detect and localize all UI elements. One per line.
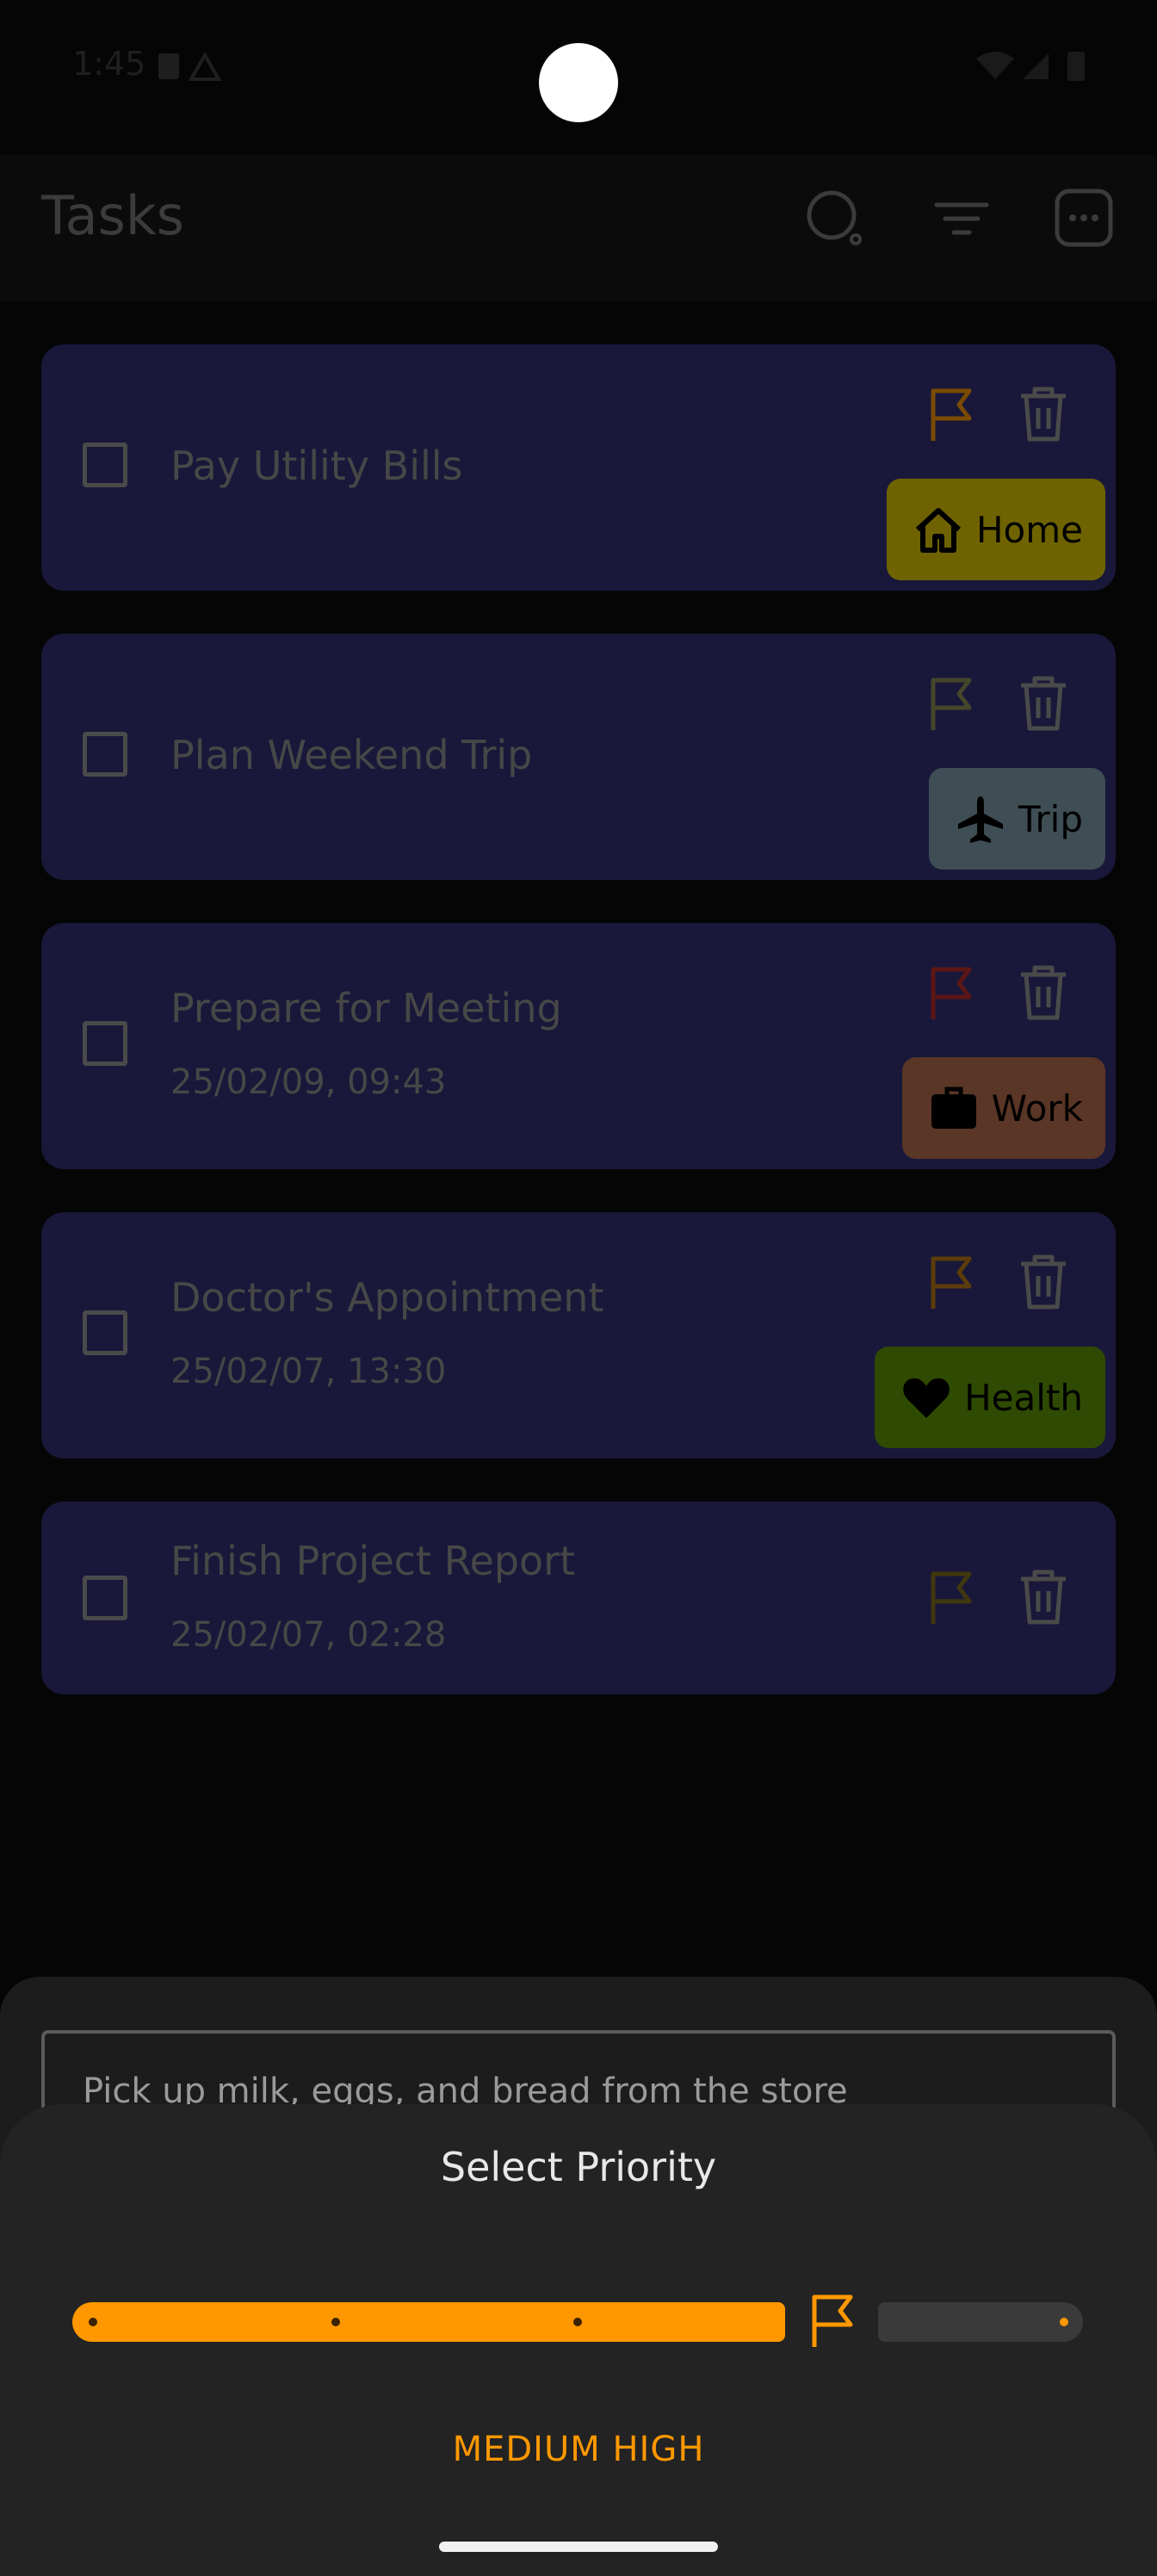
camera-cutout: [539, 43, 618, 122]
tag-label: Work: [991, 1087, 1083, 1130]
task-date: 25/02/07, 02:28: [170, 1615, 447, 1655]
task-checkbox[interactable]: [83, 443, 127, 487]
status-notification-icons: [155, 48, 241, 83]
task-title: Prepare for Meeting: [170, 985, 562, 1031]
tag-home[interactable]: Home: [886, 479, 1105, 580]
delete-trash-icon[interactable]: [1018, 1569, 1069, 1625]
delete-trash-icon[interactable]: [1018, 675, 1069, 732]
priority-flag-icon[interactable]: [928, 966, 976, 1021]
task-date: 25/02/09, 09:43: [170, 1062, 447, 1102]
task-card[interactable]: Pay Utility Bills Home: [41, 344, 1116, 591]
delete-trash-icon[interactable]: [1018, 1254, 1069, 1310]
tag-trip[interactable]: Trip: [928, 768, 1105, 870]
more-options-icon[interactable]: [1054, 188, 1114, 248]
priority-flag-icon[interactable]: [928, 1255, 976, 1310]
home-indicator[interactable]: [439, 2542, 718, 2552]
airplane-icon: [957, 796, 1003, 843]
tag-health[interactable]: Health: [875, 1347, 1105, 1448]
delete-trash-icon[interactable]: [1018, 386, 1069, 443]
priority-level-label: MEDIUM HIGH: [452, 2430, 705, 2469]
heart-icon: [903, 1378, 950, 1418]
task-title: Finish Project Report: [170, 1538, 576, 1584]
priority-tick: [89, 2318, 97, 2326]
filter-icon[interactable]: [931, 188, 992, 248]
priority-flag-icon[interactable]: [928, 677, 976, 732]
task-card[interactable]: Prepare for Meeting 25/02/09, 09:43 Work: [41, 923, 1116, 1169]
search-icon[interactable]: [804, 188, 864, 248]
tag-work[interactable]: Work: [901, 1057, 1105, 1159]
delete-trash-icon[interactable]: [1018, 964, 1069, 1021]
priority-sheet-title: Select Priority: [440, 2144, 717, 2190]
task-checkbox[interactable]: [83, 732, 127, 777]
status-time: 1:45: [72, 45, 146, 83]
briefcase-icon: [931, 1087, 976, 1129]
task-checkbox[interactable]: [83, 1021, 127, 1066]
priority-flag-thumb-icon[interactable]: [809, 2294, 857, 2349]
task-title: Plan Weekend Trip: [170, 732, 533, 778]
task-card[interactable]: Plan Weekend Trip Trip: [41, 634, 1116, 880]
task-checkbox[interactable]: [83, 1576, 127, 1620]
priority-tick: [573, 2318, 582, 2326]
priority-slider-active-track[interactable]: [72, 2302, 785, 2342]
status-system-icons: [976, 52, 1085, 81]
task-checkbox[interactable]: [83, 1310, 127, 1355]
task-title: Doctor's Appointment: [170, 1274, 604, 1321]
task-date: 25/02/07, 13:30: [170, 1352, 447, 1391]
task-card[interactable]: Finish Project Report 25/02/07, 02:28: [41, 1502, 1116, 1694]
tag-label: Trip: [1018, 797, 1083, 840]
page-title: Tasks: [41, 184, 185, 247]
priority-flag-icon[interactable]: [928, 387, 976, 443]
tag-label: Home: [975, 508, 1083, 551]
priority-slider-inactive-track[interactable]: [878, 2302, 1083, 2342]
task-title: Pay Utility Bills: [170, 443, 463, 489]
tag-label: Health: [964, 1376, 1083, 1419]
priority-flag-icon[interactable]: [928, 1570, 976, 1625]
task-card[interactable]: Doctor's Appointment 25/02/07, 13:30 Hea…: [41, 1212, 1116, 1458]
priority-tick: [331, 2318, 340, 2326]
home-icon: [915, 508, 961, 553]
priority-tick: [1060, 2318, 1068, 2326]
